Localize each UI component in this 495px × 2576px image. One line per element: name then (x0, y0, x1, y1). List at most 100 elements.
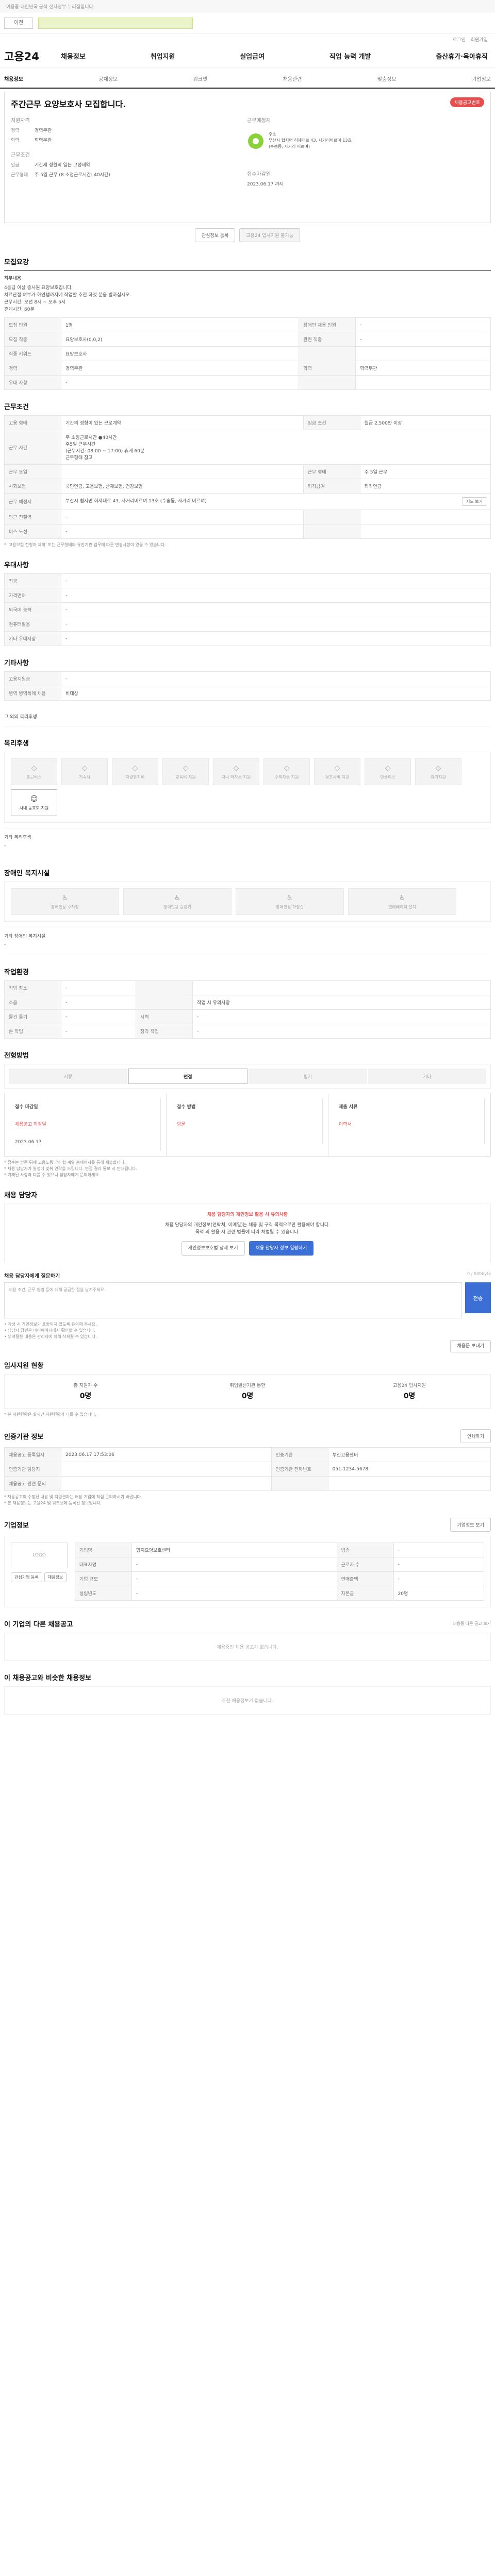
stat-item: 총 지원자 수 0명 (5, 1382, 167, 1401)
contact-warning: 채용 담당자의 개인정보 활용 시 유의사항 (207, 1212, 288, 1217)
byte-count: 0 / 500byte (467, 1272, 491, 1276)
search-input[interactable] (38, 17, 193, 29)
edu-label: 학력 (11, 138, 20, 143)
welfare-item: ◇ 자녀 학자금 지원 (213, 758, 259, 785)
stat-label: 취업알선기관 통한 (229, 1383, 266, 1388)
etc-link[interactable]: 그 외의 복리후생 (4, 707, 491, 726)
print-button[interactable]: 인쇄하기 (460, 1429, 491, 1443)
lnb-item-2[interactable]: 워크넷 (193, 75, 208, 82)
cell-value: - (61, 524, 304, 539)
lnb-item-0[interactable]: 채용정보 (4, 75, 23, 82)
tab-1[interactable]: 면접 (128, 1069, 248, 1084)
cell-label: 고용 형태 (4, 415, 61, 430)
lnb-item-5[interactable]: 기업정보 (472, 75, 491, 82)
cell-label: 고용지원금 (4, 671, 61, 686)
accessibility-icon: ♿ (286, 893, 293, 902)
accessibility-icon: ♿ (174, 893, 181, 902)
lnb-item-3[interactable]: 채용관련 (283, 75, 302, 82)
cell-value: 퇴직연금 (359, 479, 491, 494)
tab-0[interactable]: 서류 (9, 1069, 127, 1084)
disab-item: ♿ 장애인용 승강기 (123, 888, 232, 915)
cell-label: 컴퓨터활용 (4, 617, 61, 632)
company-jobs-button[interactable]: 채용정보 (44, 1572, 67, 1582)
agency-notes: * 채용공고의 수정된 내용 및 지원결과는 해당 기업에 직접 문의하시기 바… (4, 1494, 491, 1506)
login-link[interactable]: 로그인 (453, 36, 466, 43)
cell-label: 버스 노선 (4, 524, 61, 539)
cell-label: 직종 키워드 (4, 346, 61, 361)
view-contact-button[interactable]: 채용 담당자 정보 열람하기 (249, 1241, 314, 1256)
company-box: LOGO 관심기업 등록 채용정보 기업명 협지요양보호센터 업종 - 대표자명 - 근로자… (4, 1536, 491, 1607)
apply-button[interactable]: 고용24 입사지원 불가능 (239, 228, 301, 242)
welfare-item: ◇ 경조사비 지원 (314, 758, 360, 785)
recommend-heading: 이 채용공고와 비슷한 채용정보 (4, 1674, 92, 1682)
cell-value: 요양보호사(0,0,2) (60, 332, 300, 347)
action-buttons: 관심정보 등록 고용24 입사지원 불가능 (4, 228, 491, 242)
cell-value: 국민연금, 고용보험, 산재보험, 건강보험 (61, 479, 304, 494)
cell-label: 기업명 (75, 1543, 132, 1557)
gov-notice-bar: 이용중 대한민국 공식 전자정부 누리집입니다. (0, 0, 495, 12)
ask-header: 채용 담당자에게 질문하기 0 / 500byte (4, 1272, 491, 1279)
map-button[interactable]: 지도 보기 (463, 497, 486, 506)
cell-label: 기업 규모 (75, 1571, 132, 1586)
lnb-item-1[interactable]: 공채정보 (98, 75, 118, 82)
apply-stats: 총 지원자 수 0명 취업알선기관 통한 0명 고용24 입사지원 0명 (4, 1374, 491, 1409)
cell-value: - (60, 1024, 137, 1039)
tab-2[interactable]: 필기 (249, 1069, 367, 1084)
other-link[interactable]: 채용중 다른 공고 보기 (453, 1621, 491, 1626)
welfare-label: 사내 동호회 지원 (19, 805, 49, 810)
stat-label: 고용24 입사지원 (393, 1383, 426, 1388)
cell-label (136, 980, 193, 995)
prev-button[interactable]: 이전 (4, 17, 33, 29)
gnb-item-jobs[interactable]: 채용정보 (61, 51, 86, 61)
fav-company-button[interactable]: 관심기업 등록 (11, 1572, 42, 1582)
welfare-label: 차량유지비 (125, 774, 145, 779)
tab-3[interactable]: 기타 (368, 1069, 486, 1084)
table-row: 모집 인원 1명 장애인 채용 인원 - (4, 317, 491, 332)
help-button[interactable]: 채용문 보내기 (450, 1340, 491, 1352)
stat-label: 총 지원자 수 (73, 1383, 98, 1388)
desc-line: 휴게시간: 60분 (4, 307, 35, 312)
table-row: 대표자명 - 근로자 수- (75, 1557, 485, 1572)
cell-label: 기타 우대사항 (4, 631, 61, 646)
summary-right: 근무예정지 (247, 116, 484, 127)
cell-value: 부산고용센터 (327, 1447, 491, 1462)
step-value: 채용공고 마감일 (10, 1116, 161, 1133)
table-row: 근무 시간 주 소정근로시간 ●40시간 주5일 근무시간 (근무시간: 08:00 … (4, 430, 491, 465)
cell-value: 학력무관 (355, 361, 491, 376)
table-row: 우대 사항 - (4, 375, 491, 390)
table-row: 경력 경력무관 학력 학력무관 (4, 361, 491, 376)
career-value: 경력무관 (35, 128, 52, 133)
cell-value: - (393, 1571, 485, 1586)
cell-label: 손 작업 (4, 1024, 61, 1039)
disab-sub-heading: 기타 장애인 복지시설 (4, 927, 491, 939)
disab-label: 장애인용 화장실 (275, 904, 304, 909)
welfare-label: 자녀 학자금 지원 (221, 774, 251, 779)
cell-value: - (61, 510, 304, 524)
gnb-item-support[interactable]: 취업지원 (151, 51, 175, 61)
lnb-item-4[interactable]: 맞춤정보 (377, 75, 397, 82)
interest-button[interactable]: 관심정보 등록 (194, 228, 236, 242)
send-button[interactable]: 전송 (465, 1282, 491, 1313)
company-info-button[interactable]: 기업정보 보기 (450, 1518, 491, 1532)
cell-value: - (60, 980, 137, 995)
welfare-label: 경조사비 지원 (325, 774, 350, 779)
signup-link[interactable]: 회원가입 (471, 36, 488, 43)
disab-sub-value: - (4, 939, 491, 955)
status-badge: 채용공고번호 (450, 97, 484, 107)
gnb-item-training[interactable]: 직업 능력 개발 (329, 51, 371, 61)
cell-value: - (60, 1009, 137, 1024)
disab-label: 엘레베이터 설치 (388, 904, 417, 909)
step-value: 방문 (172, 1116, 323, 1133)
stat-item: 취업알선기관 통한 0명 (167, 1382, 328, 1401)
cell-label: 채용공고 등록일시 (4, 1447, 61, 1462)
disab-item: ♿ 장애인용 화장실 (236, 888, 344, 915)
question-textarea[interactable]: 채용 조건, 근무 환경 등에 대해 궁금한 점을 남겨주세요. (4, 1282, 462, 1318)
gnb-item-unemployment[interactable]: 실업급여 (240, 51, 265, 61)
hours-detail: (근무시간: 08:00 ~ 17:00) 휴게 60분 (65, 449, 145, 454)
site-logo[interactable]: 고용24 (4, 48, 61, 64)
welfare-label: 휴가지원 (431, 774, 446, 779)
gnb-item-leave[interactable]: 출산휴가·육아휴직 (436, 51, 488, 61)
cell-value (355, 375, 491, 390)
privacy-law-button[interactable]: 개인정보보호법 상세 보기 (181, 1241, 245, 1256)
etc-table: 고용지원금 - 병역 병역특례 채용 비대상 (4, 671, 491, 701)
